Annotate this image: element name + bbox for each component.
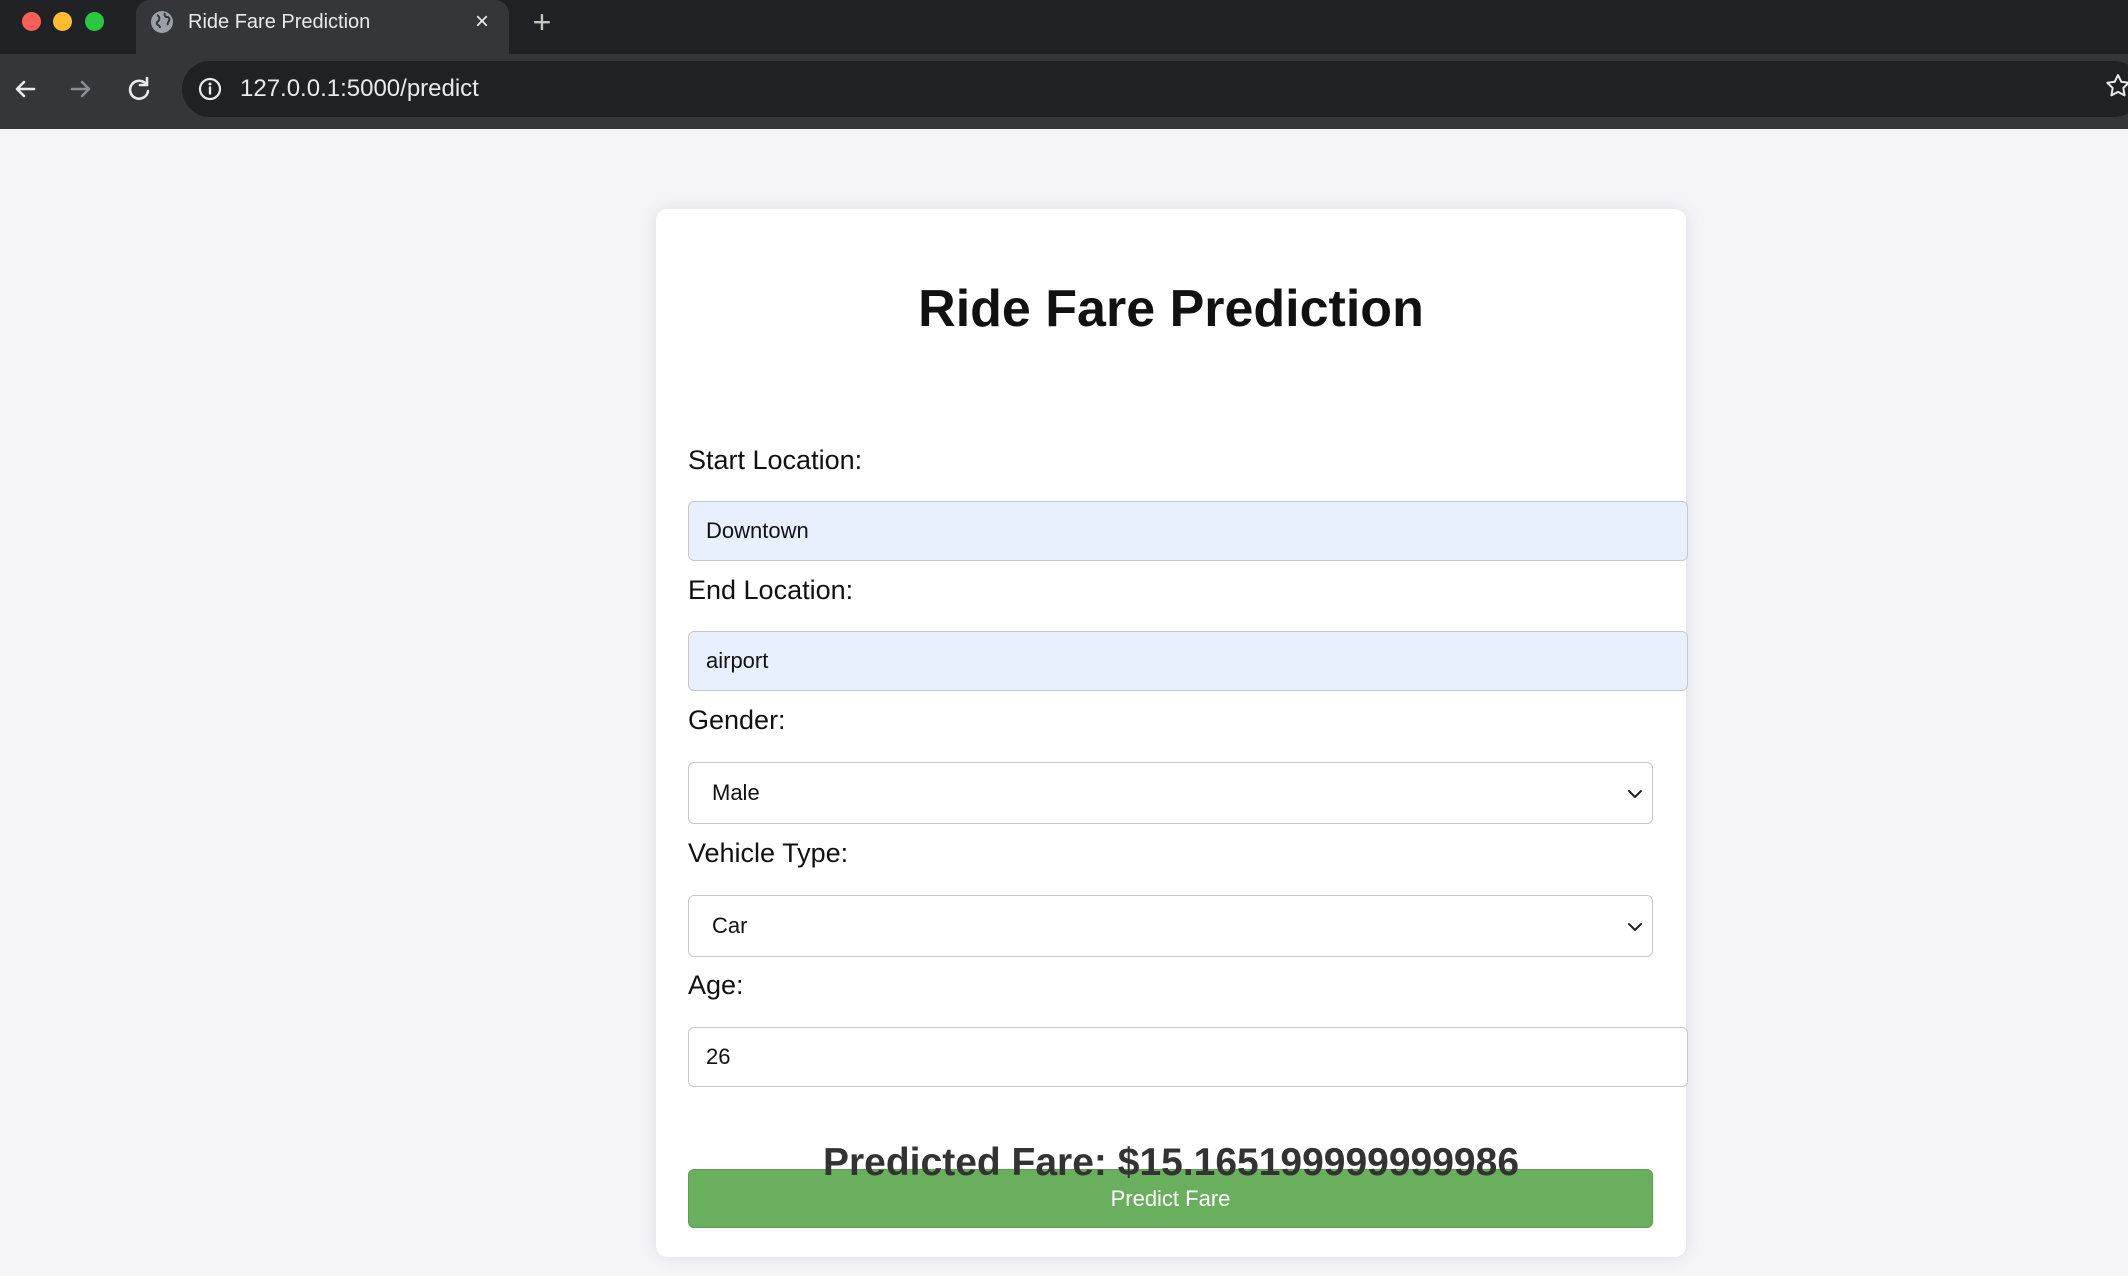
end-location-input[interactable]: airport (688, 631, 1688, 691)
age-label: Age: (688, 970, 744, 1000)
chevron-down-icon (1628, 923, 1642, 931)
reload-icon[interactable] (122, 72, 156, 106)
url-text: 127.0.0.1:5000/predict (240, 75, 479, 102)
minimize-window-button[interactable] (53, 12, 72, 31)
chevron-down-icon (1628, 790, 1642, 798)
vehicle-type-select[interactable]: Car (688, 895, 1653, 957)
globe-icon (151, 11, 173, 33)
start-location-label: Start Location: (688, 445, 863, 475)
age-input[interactable]: 26 (688, 1027, 1688, 1087)
page-content: Ride Fare Prediction Start Location: Dow… (0, 129, 2128, 1276)
site-info-icon[interactable] (196, 75, 224, 103)
tab-title: Ride Fare Prediction (188, 11, 371, 33)
forward-arrow-icon[interactable] (64, 72, 98, 106)
vehicle-type-label: Vehicle Type: (688, 838, 849, 868)
address-bar[interactable]: 127.0.0.1:5000/predict (182, 61, 2128, 117)
maximize-window-button[interactable] (85, 12, 104, 31)
close-window-button[interactable] (22, 12, 41, 31)
back-arrow-icon[interactable] (8, 72, 42, 106)
gender-label: Gender: (688, 705, 786, 735)
prediction-form-card: Ride Fare Prediction Start Location: Dow… (656, 209, 1688, 1257)
browser-tab-bar: Ride Fare Prediction × + (0, 0, 2128, 54)
vehicle-type-selected-value: Car (712, 913, 748, 938)
browser-toolbar: 127.0.0.1:5000/predict (0, 54, 2128, 129)
gender-select[interactable]: Male (688, 762, 1653, 824)
predicted-fare-result: Predicted Fare: $15.165199999999986 (822, 1141, 1520, 1184)
browser-tab-active[interactable]: Ride Fare Prediction × (136, 0, 509, 54)
new-tab-button[interactable]: + (526, 6, 558, 38)
start-location-input[interactable]: Downtown (688, 501, 1688, 561)
gender-selected-value: Male (712, 780, 760, 805)
page-title: Ride Fare Prediction (918, 280, 1424, 338)
end-location-label: End Location: (688, 575, 854, 605)
bookmark-star-icon[interactable] (2104, 72, 2128, 100)
tab-close-icon[interactable]: × (469, 9, 495, 35)
